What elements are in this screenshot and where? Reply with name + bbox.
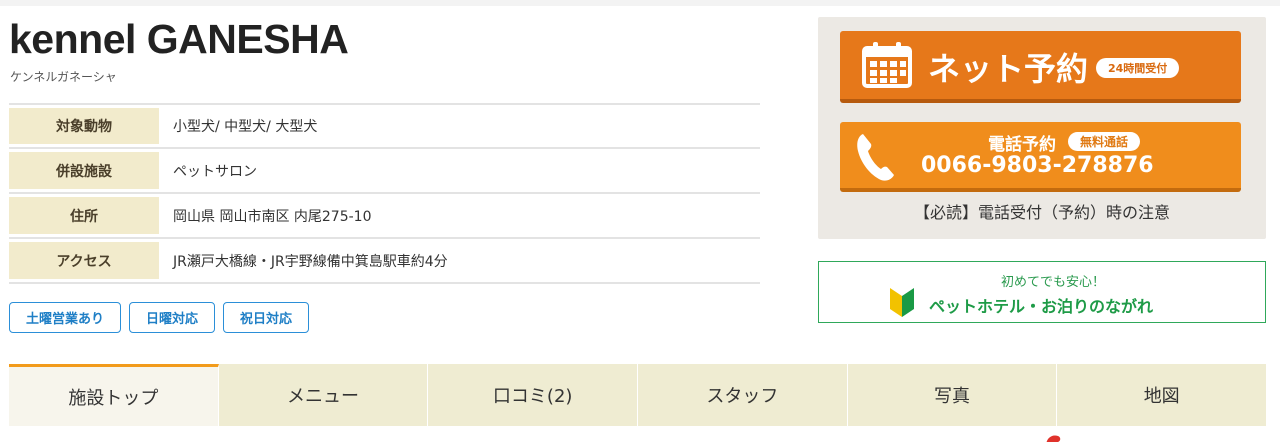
info-value: ペットサロン [173, 163, 257, 180]
reservation-panel: ネット予約 24時間受付 電話予約 無料通話 0066-9803-278876 … [818, 17, 1266, 239]
tab-photos[interactable]: 写真 [848, 364, 1058, 426]
info-label: アクセス [9, 242, 159, 279]
facility-tabs: 施設トップ メニュー 口コミ(2) スタッフ 写真 地図 [9, 364, 1266, 426]
net-reservation-label: ネット予約 [928, 50, 1089, 88]
info-value: 小型犬/ 中型犬/ 大型犬 [173, 119, 318, 135]
facility-kana: ケンネルガネーシャ [10, 70, 117, 84]
phone-icon [857, 134, 894, 181]
info-value: JR瀬戸大橋線・JR宇野線備中箕島駅車約4分 [173, 253, 448, 270]
tab-menu[interactable]: メニュー [219, 364, 429, 426]
phone-number: 0066-9803-278876 [921, 153, 1154, 178]
feature-tags: 土曜営業あり 日曜対応 祝日対応 [9, 302, 310, 333]
tab-map[interactable]: 地図 [1057, 364, 1266, 426]
phone-reservation-label: 電話予約 [988, 135, 1056, 155]
beginner-guide-title: ペットホテル・お泊りのながれ [929, 297, 1154, 316]
info-label: 住所 [9, 197, 159, 234]
info-row-animals: 対象動物 小型犬/ 中型犬/ 大型犬 [9, 105, 760, 149]
net-reservation-badge: 24時間受付 [1096, 58, 1180, 78]
tag-sunday[interactable]: 日曜対応 [129, 302, 216, 333]
beginner-guide-link[interactable]: 初めてでも安心！ ペットホテル・お泊りのながれ [818, 261, 1266, 323]
tag-holiday[interactable]: 祝日対応 [223, 302, 310, 333]
info-row-facilities: 併設施設 ペットサロン [9, 149, 760, 194]
info-table: 対象動物 小型犬/ 中型犬/ 大型犬 併設施設 ペットサロン 住所 岡山県 岡山… [9, 103, 760, 284]
tab-facility-top[interactable]: 施設トップ [9, 364, 219, 426]
tab-staff[interactable]: スタッフ [638, 364, 848, 426]
top-strip [0, 0, 1280, 6]
tag-saturday[interactable]: 土曜営業あり [9, 302, 122, 333]
decoration-icon [1046, 435, 1061, 442]
info-value: 岡山県 岡山市南区 内尾275-10 [173, 208, 372, 225]
phone-notice-link[interactable]: 【必読】電話受付（予約）時の注意 [818, 199, 1266, 223]
net-reservation-button[interactable]: ネット予約 24時間受付 [840, 31, 1241, 103]
info-label: 併設施設 [9, 152, 159, 189]
tab-reviews[interactable]: 口コミ(2) [428, 364, 639, 426]
beginner-guide-subtitle: 初めてでも安心！ [1000, 275, 1105, 290]
info-row-address: 住所 岡山県 岡山市南区 内尾275-10 [9, 194, 760, 239]
info-label: 対象動物 [9, 108, 159, 144]
calendar-icon [862, 42, 912, 88]
free-call-badge: 無料通話 [1068, 132, 1141, 151]
phone-reservation-button[interactable]: 電話予約 無料通話 0066-9803-278876 [840, 122, 1241, 192]
facility-name: kennel GANESHA [9, 16, 349, 62]
info-row-access: アクセス JR瀬戸大橋線・JR宇野線備中箕島駅車約4分 [9, 239, 760, 284]
